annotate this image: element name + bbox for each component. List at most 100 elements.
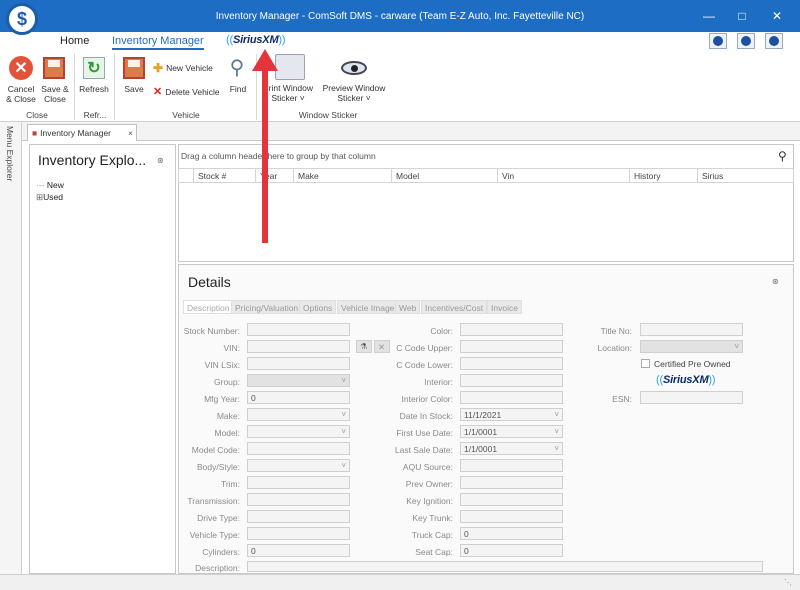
refresh-icon: ↻: [83, 57, 105, 79]
chevron-down-icon: ˅: [299, 93, 305, 103]
new-vehicle-button[interactable]: ✚ New Vehicle: [153, 61, 213, 75]
refresh-button[interactable]: ↻: [83, 57, 105, 79]
tab-home[interactable]: Home: [60, 35, 89, 47]
drive-type-field[interactable]: [247, 510, 350, 523]
cancel-close-label-line1: Cancel: [7, 84, 35, 94]
column-header-stock[interactable]: Stock #: [194, 168, 256, 183]
group-select[interactable]: ˅: [247, 374, 350, 387]
settings-icon[interactable]: [737, 33, 755, 49]
tab-inventory-manager[interactable]: Inventory Manager: [112, 35, 204, 50]
transmission-field[interactable]: [247, 493, 350, 506]
find-button[interactable]: ⚲: [225, 55, 249, 79]
date-in-stock-field[interactable]: 11/1/2021 ˅: [460, 408, 563, 421]
group-window-sticker-label: Window Sticker: [298, 110, 358, 120]
last-sale-date-field[interactable]: 1/1/0001 ˅: [460, 442, 563, 455]
close-icon[interactable]: ✕: [769, 9, 785, 23]
delete-icon: ✕: [153, 86, 163, 98]
certified-pre-owned-checkbox[interactable]: [641, 359, 650, 368]
aqu-source-field[interactable]: [460, 459, 563, 472]
column-header-sirius[interactable]: Sirius: [698, 168, 794, 183]
print-window-sticker-button[interactable]: [275, 54, 305, 80]
c-code-lower-field[interactable]: [460, 357, 563, 370]
location-select[interactable]: ˅: [640, 340, 743, 353]
first-use-date-field[interactable]: 1/1/0001 ˅: [460, 425, 563, 438]
body-style-select[interactable]: ˅: [247, 459, 350, 472]
make-select[interactable]: ˅: [247, 408, 350, 421]
color-field[interactable]: [460, 323, 563, 336]
interior-color-field[interactable]: [460, 391, 563, 404]
trim-field[interactable]: [247, 476, 350, 489]
grid-search-icon[interactable]: ⚲: [778, 149, 787, 163]
mfg-year-field[interactable]: 0: [247, 391, 350, 404]
details-pin-icon[interactable]: ⊛: [772, 277, 779, 286]
label-location: Location:: [597, 343, 633, 353]
preview-sticker-line1: Preview Window: [322, 83, 386, 93]
column-header-make[interactable]: Make: [294, 168, 392, 183]
chevron-down-icon: ˅: [554, 444, 559, 453]
model-select[interactable]: ˅: [247, 425, 350, 438]
preview-window-sticker-label[interactable]: Preview Window Sticker ˅: [320, 83, 388, 103]
truck-cap-field[interactable]: 0: [460, 527, 563, 540]
model-code-field[interactable]: [247, 442, 350, 455]
key-ignition-field[interactable]: [460, 493, 563, 506]
tab-vehicle-image[interactable]: Vehicle Image: [337, 300, 399, 314]
chevron-down-icon: ˅: [554, 410, 559, 419]
label-transmission: Transmission:: [187, 496, 240, 506]
cancel-close-label[interactable]: Cancel & Close: [4, 84, 38, 104]
vin-lsix-field[interactable]: [247, 357, 350, 370]
save-close-button[interactable]: [43, 57, 65, 79]
tab-invoice[interactable]: Invoice: [487, 300, 522, 314]
esn-field[interactable]: [640, 391, 743, 404]
info-icon[interactable]: [765, 33, 783, 49]
tab-inventory-manager-doc[interactable]: ■ Inventory Manager ×: [27, 124, 137, 141]
save-close-label[interactable]: Save & Close: [38, 84, 72, 104]
pin-icon[interactable]: ⊛: [157, 156, 164, 165]
save-close-icon: [43, 57, 65, 79]
eye-icon: [341, 61, 367, 75]
inventory-icon: ■: [32, 128, 38, 138]
resize-grip-icon[interactable]: ⋱: [784, 578, 792, 587]
description-field[interactable]: [247, 561, 763, 572]
save-button[interactable]: [123, 57, 145, 79]
close-tab-icon[interactable]: ×: [128, 128, 133, 138]
key-trunk-field[interactable]: [460, 510, 563, 523]
tree-item-new[interactable]: ·-- New: [36, 180, 64, 190]
label-model: Model:: [214, 428, 240, 438]
c-code-upper-field[interactable]: [460, 340, 563, 353]
help-icon[interactable]: [709, 33, 727, 49]
tab-incentives-cost[interactable]: Incentives/Cost: [421, 300, 488, 314]
tab-description[interactable]: Description: [183, 300, 234, 314]
siriusxm-menu-logo[interactable]: ((SiriusXM)): [226, 34, 286, 46]
label-truck-cap: Truck Cap:: [411, 530, 453, 540]
prev-owner-field[interactable]: [460, 476, 563, 489]
seat-cap-field[interactable]: 0: [460, 544, 563, 557]
cylinders-field[interactable]: 0: [247, 544, 350, 557]
interior-field[interactable]: [460, 374, 563, 387]
column-header-history[interactable]: History: [630, 168, 698, 183]
menu-explorer-tab[interactable]: Menu Explorer: [5, 126, 15, 181]
vin-field[interactable]: [247, 340, 350, 353]
app-logo[interactable]: $: [6, 3, 38, 35]
tab-pricing-valuation[interactable]: Pricing/Valuation: [231, 300, 303, 314]
save-icon: [123, 57, 145, 79]
minimize-icon[interactable]: —: [701, 9, 717, 23]
title-no-field[interactable]: [640, 323, 743, 336]
cancel-close-button[interactable]: ✕: [9, 56, 33, 80]
delete-vehicle-button[interactable]: ✕ Delete Vehicle: [153, 85, 220, 98]
preview-window-sticker-button[interactable]: [341, 61, 367, 75]
find-label[interactable]: Find: [224, 84, 252, 94]
vin-decode-icon[interactable]: ⚗: [356, 340, 372, 353]
refresh-label[interactable]: Refresh: [76, 84, 112, 94]
label-make: Make:: [216, 411, 240, 421]
save-label[interactable]: Save: [118, 84, 150, 94]
vehicle-type-field[interactable]: [247, 527, 350, 540]
column-header-model[interactable]: Model: [392, 168, 498, 183]
tree-item-used[interactable]: ⊞Used: [36, 192, 63, 203]
maximize-icon[interactable]: □: [734, 9, 750, 23]
tab-options[interactable]: Options: [299, 300, 337, 314]
stock-number-field[interactable]: [247, 323, 350, 336]
chevron-down-icon: ˅: [341, 461, 346, 470]
tab-web[interactable]: Web: [395, 300, 421, 314]
label-vin-lsix: VIN LSix:: [204, 360, 240, 370]
column-header-vin[interactable]: Vin: [498, 168, 630, 183]
